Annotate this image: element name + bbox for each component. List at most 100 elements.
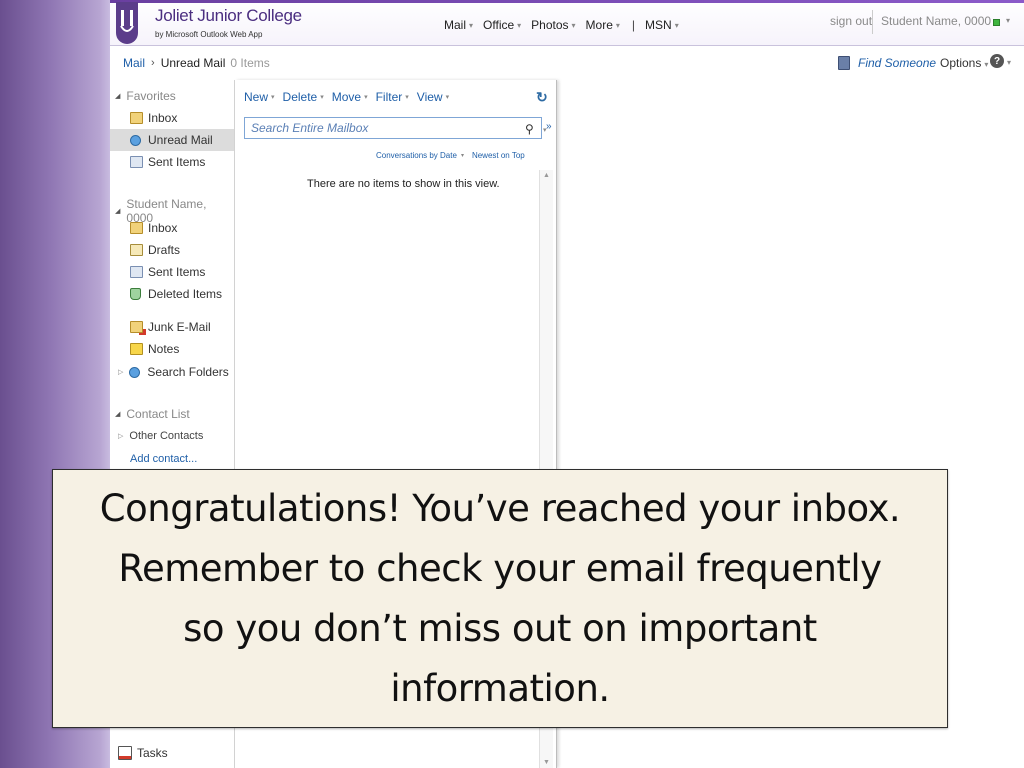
nav-photos-label: Photos	[531, 18, 569, 32]
chevron-down-icon[interactable]: ▾	[461, 152, 464, 159]
sort-bar: Conversations by Date ▾ Newest on Top	[376, 151, 525, 160]
chevron-down-icon: ▾	[984, 60, 989, 69]
chevron-down-icon[interactable]: ▾	[1007, 58, 1011, 67]
favorite-unread-mail[interactable]: Unread Mail	[110, 129, 234, 151]
other-contacts-label: Other Contacts	[129, 430, 204, 442]
nav-office[interactable]: Office ▾	[483, 18, 521, 32]
tasks-label: Tasks	[137, 746, 168, 760]
nav-more-label: More	[585, 18, 613, 32]
user-name[interactable]: Student Name, 0000	[881, 14, 991, 28]
folder-sent-items[interactable]: Sent Items	[110, 261, 234, 283]
move-label: Move	[331, 90, 362, 104]
help-icon[interactable]: ?	[990, 54, 1004, 68]
chevron-down-icon[interactable]: ▾	[1006, 16, 1010, 25]
collapse-triangle-icon[interactable]: ◢	[115, 410, 120, 418]
folder-label: Sent Items	[148, 155, 206, 169]
breadcrumb: Mail › Unread Mail 0 Items	[123, 56, 270, 70]
search-folder-icon	[129, 366, 141, 378]
inbox-icon	[130, 112, 143, 124]
search-input[interactable]: Search Entire Mailbox ⚲ ▾	[244, 117, 547, 139]
nav-msn-label: MSN	[645, 18, 672, 32]
nav-msn[interactable]: MSN ▾	[645, 18, 679, 32]
header-divider	[872, 10, 873, 34]
folder-label: Inbox	[148, 221, 178, 235]
drafts-icon	[130, 244, 143, 256]
nav-separator: |	[631, 18, 636, 32]
favorites-label: Favorites	[126, 89, 176, 103]
other-contacts[interactable]: ▷ Other Contacts	[118, 430, 203, 442]
favorite-sent-items[interactable]: Sent Items	[110, 151, 234, 173]
view-button[interactable]: View ▾	[417, 90, 449, 104]
folder-junk-email[interactable]: Junk E-Mail	[110, 316, 234, 338]
chevron-down-icon: ▾	[320, 94, 324, 101]
deleted-icon	[130, 288, 141, 300]
collapse-triangle-icon[interactable]: ◢	[115, 207, 120, 215]
college-subtitle: by Microsoft Outlook Web App	[155, 30, 263, 39]
scroll-down-icon[interactable]: ▼	[543, 759, 550, 766]
search-folder-icon	[130, 134, 141, 146]
breadcrumb-mail[interactable]: Mail	[123, 56, 145, 70]
refresh-icon[interactable]: ↻	[536, 90, 548, 104]
sent-icon	[130, 156, 143, 168]
chevron-right-icon: ›	[151, 57, 155, 69]
chevron-down-icon: ▾	[517, 20, 522, 30]
delete-button[interactable]: Delete ▾	[283, 90, 324, 104]
nav-photos[interactable]: Photos ▾	[531, 18, 575, 32]
sort-by-dropdown[interactable]: Conversations by Date	[376, 151, 457, 160]
find-someone-button[interactable]: Find Someone	[838, 56, 936, 70]
folder-label: Drafts	[148, 243, 181, 257]
inbox-icon	[130, 222, 143, 234]
folder-inbox[interactable]: Inbox	[110, 217, 234, 239]
search-placeholder: Search Entire Mailbox	[251, 121, 369, 135]
collapse-triangle-icon[interactable]: ◢	[115, 92, 120, 100]
options-label: Options	[940, 56, 982, 70]
nav-tasks[interactable]: Tasks	[110, 742, 234, 764]
breadcrumb-current: Unread Mail	[160, 56, 226, 70]
favorite-inbox[interactable]: Inbox	[110, 107, 234, 129]
item-count: 0 Items	[230, 56, 270, 70]
move-button[interactable]: Move ▾	[332, 90, 368, 104]
junk-icon	[130, 321, 143, 333]
folder-label: Unread Mail	[148, 133, 213, 147]
chevron-down-icon: ▾	[615, 20, 620, 30]
college-logo[interactable]	[116, 2, 138, 44]
expand-search-icon[interactable]: »	[546, 121, 552, 132]
chevron-down-icon: ▾	[469, 20, 474, 30]
top-nav: Mail ▾ Office ▾ Photos ▾ More ▾ | MSN ▾	[444, 18, 689, 32]
sort-order-button[interactable]: Newest on Top	[472, 151, 525, 160]
filter-label: Filter	[375, 90, 403, 104]
add-contact-link[interactable]: Add contact...	[130, 453, 197, 465]
contact-list-group[interactable]: ◢ Contact List	[115, 407, 190, 421]
options-menu[interactable]: Options ▾	[940, 56, 988, 70]
folder-search-folders[interactable]: ▷ Search Folders	[110, 361, 234, 383]
expand-triangle-icon[interactable]: ▷	[118, 432, 123, 440]
chevron-down-icon: ▾	[271, 94, 275, 101]
folder-label: Deleted Items	[148, 287, 223, 301]
nav-mail[interactable]: Mail ▾	[444, 18, 473, 32]
folder-deleted-items[interactable]: Deleted Items	[110, 283, 234, 305]
scroll-up-icon[interactable]: ▲	[543, 172, 550, 179]
filter-button[interactable]: Filter ▾	[376, 90, 409, 104]
folder-label: Junk E-Mail	[148, 320, 211, 334]
folder-notes[interactable]: Notes	[110, 338, 234, 360]
sign-out-link[interactable]: sign out	[830, 14, 872, 28]
chevron-down-icon: ▾	[445, 94, 450, 101]
find-someone-label: Find Someone	[858, 56, 937, 70]
list-toolbar: New ▾ Delete ▾ Move ▾ Filter ▾ View ▾	[244, 90, 457, 104]
expand-triangle-icon[interactable]: ▷	[118, 368, 123, 376]
nav-more[interactable]: More ▾	[586, 18, 620, 32]
folder-drafts[interactable]: Drafts	[110, 239, 234, 261]
delete-label: Delete	[282, 90, 318, 104]
search-icon[interactable]: ⚲	[525, 122, 534, 136]
new-button[interactable]: New ▾	[244, 90, 275, 104]
folder-label: Notes	[148, 342, 180, 356]
presence-status-icon[interactable]	[993, 19, 1000, 26]
favorites-group[interactable]: ◢ Favorites	[115, 89, 176, 103]
callout-text: Congratulations! You’ve reached your inb…	[99, 486, 901, 710]
tasks-icon	[118, 746, 132, 760]
college-crest-icon	[120, 10, 134, 32]
chevron-down-icon: ▾	[405, 94, 409, 101]
chevron-down-icon: ▾	[674, 20, 679, 30]
college-name[interactable]: Joliet Junior College	[155, 6, 302, 26]
folder-label: Search Folders	[147, 365, 229, 379]
